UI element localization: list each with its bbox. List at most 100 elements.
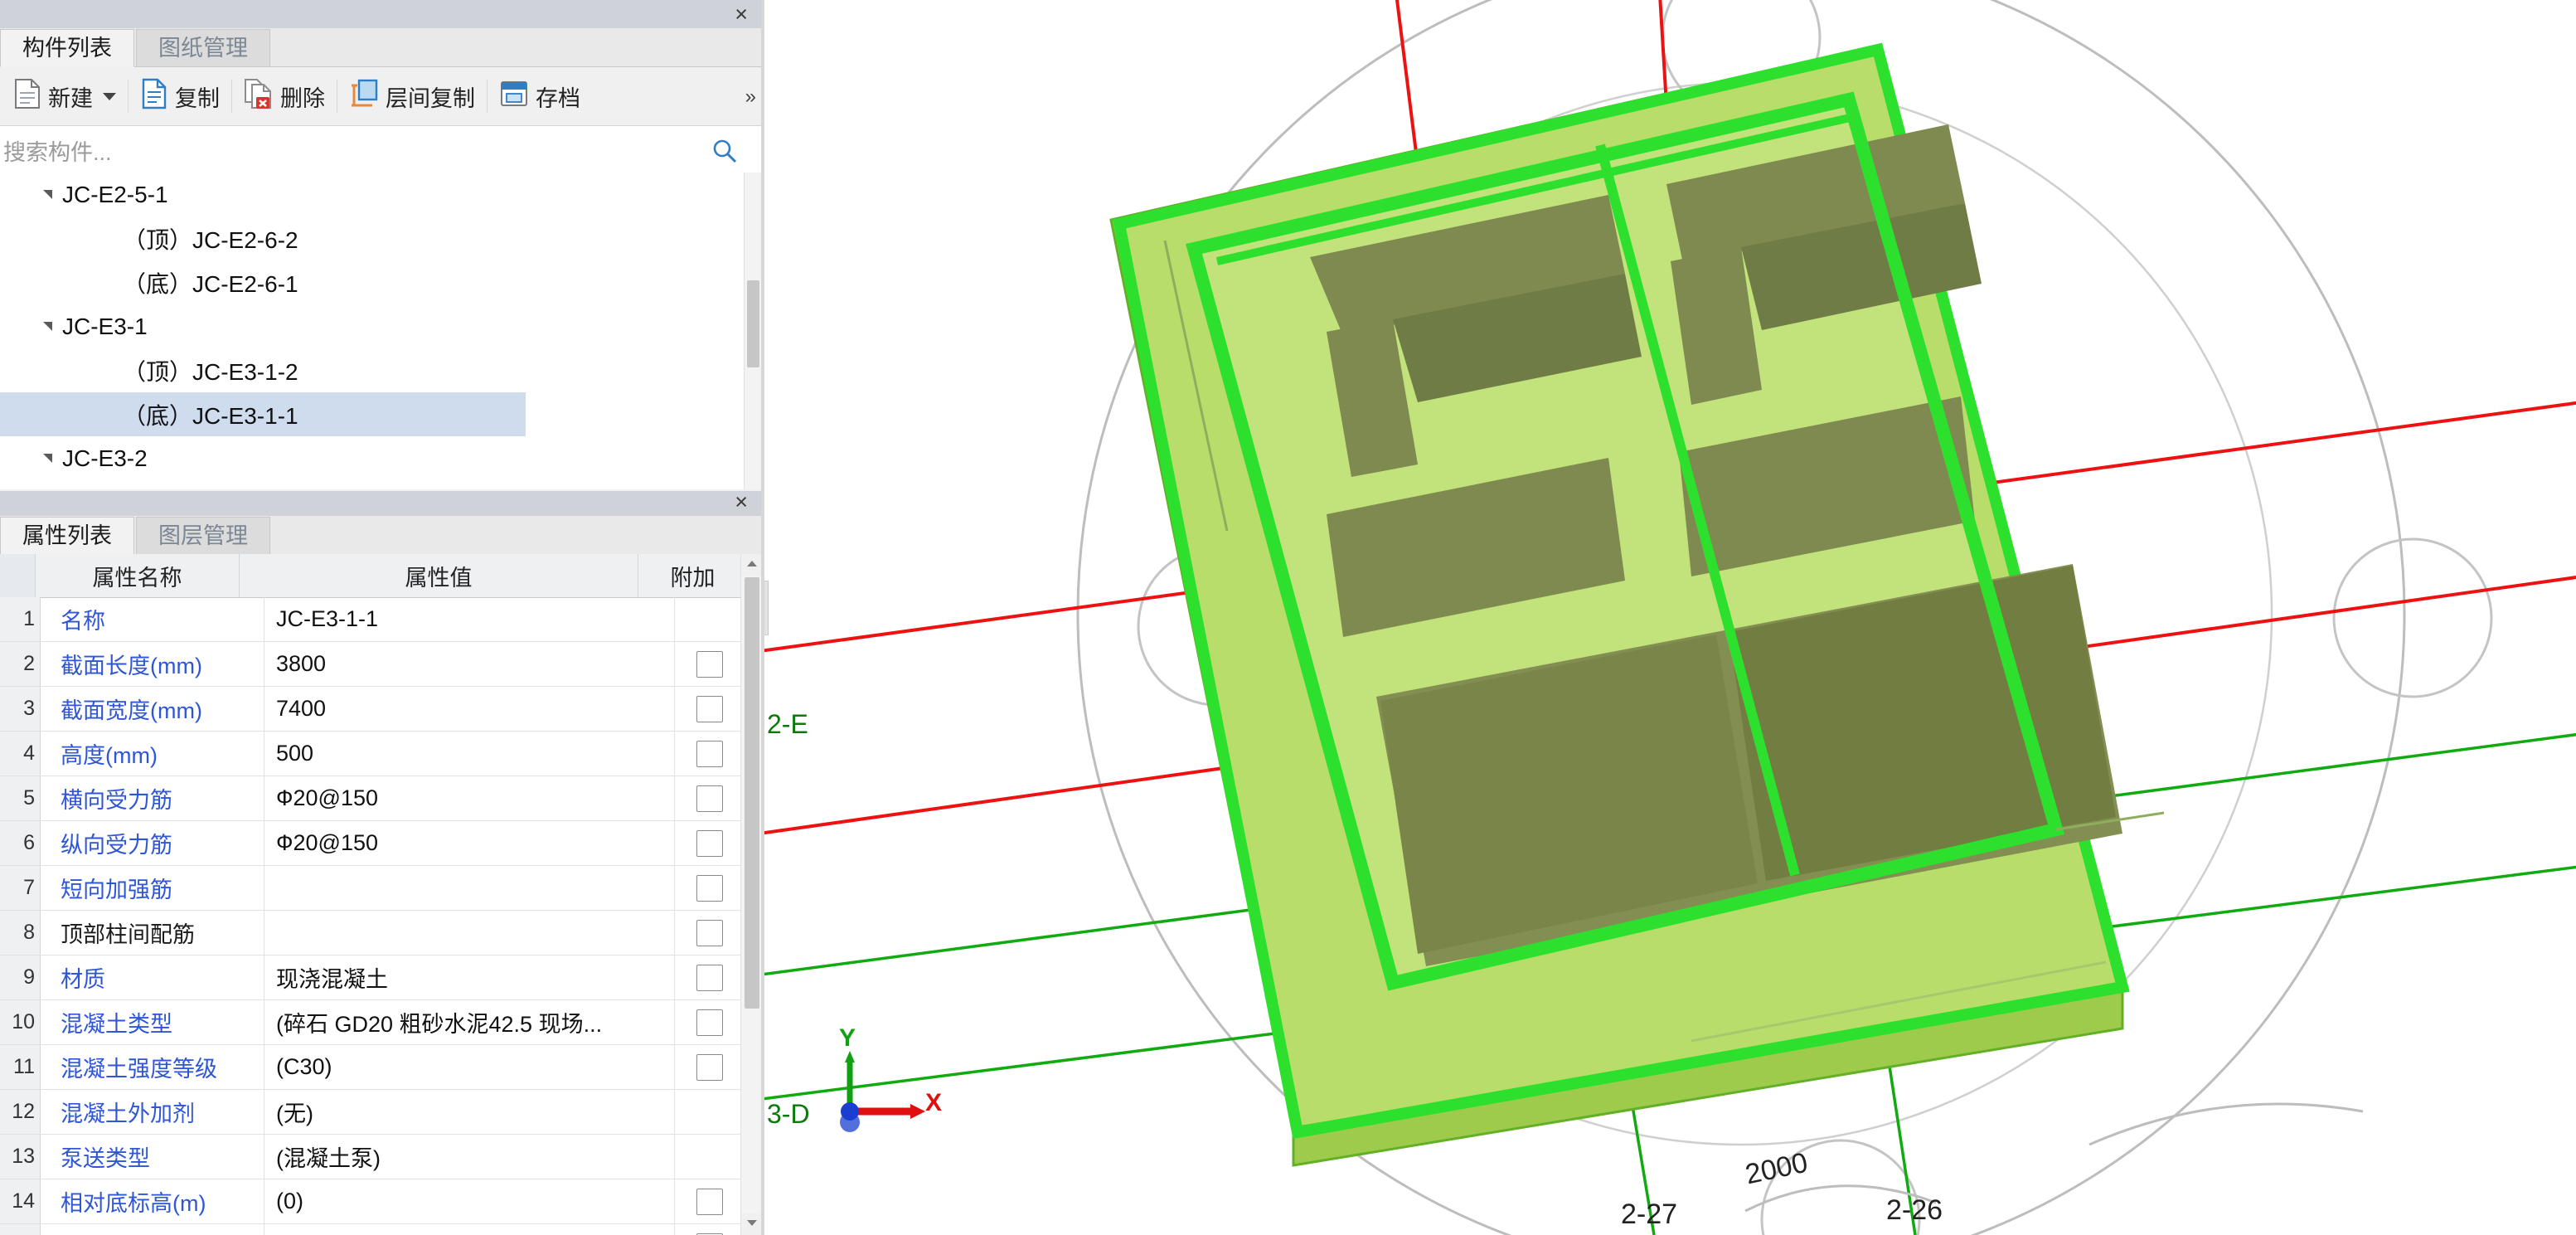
row-attachment-cell[interactable] — [675, 642, 745, 686]
property-grid[interactable]: 属性名称 属性值 附加 1 名称 JC-E3-1-1 2 截面长度(mm) 38… — [0, 554, 763, 1235]
row-property-value[interactable]: 3800 — [264, 642, 675, 686]
close-icon[interactable]: × — [735, 489, 748, 514]
tree-item-jc-e3-2[interactable]: JC-E3-2 — [0, 436, 763, 480]
expand-arrow-icon[interactable] — [43, 190, 52, 199]
attachment-checkbox[interactable] — [696, 740, 723, 767]
layer-copy-button-label: 层间复制 — [386, 85, 475, 111]
search-icon[interactable] — [711, 138, 738, 168]
search-placeholder: 搜索构件... — [3, 139, 112, 165]
axis-label-2-E[interactable]: 2-E — [767, 709, 808, 740]
row-attachment-cell[interactable] — [675, 776, 745, 820]
row-property-value[interactable]: 500 — [264, 732, 675, 776]
tree-item-jc-e2-6-2[interactable]: （顶）JC-E2-6-2 — [0, 216, 763, 260]
table-row[interactable]: 6 纵向受力筋 Ф20@150 — [0, 821, 745, 866]
row-property-value[interactable]: JC-E3-1-1 — [264, 597, 675, 641]
scroll-down-button[interactable] — [741, 1213, 763, 1235]
chevron-down-icon[interactable] — [103, 92, 116, 100]
row-attachment-cell[interactable] — [675, 732, 745, 776]
table-row[interactable]: 15 截面面积(m²) 28.12 — [0, 1224, 745, 1235]
row-attachment-cell[interactable] — [675, 955, 745, 999]
row-attachment-cell[interactable] — [675, 1045, 745, 1089]
row-property-value[interactable]: (C30) — [264, 1045, 675, 1089]
table-row[interactable]: 5 横向受力筋 Ф20@150 — [0, 776, 745, 821]
table-row[interactable]: 8 顶部柱间配筋 — [0, 911, 745, 955]
attachment-checkbox[interactable] — [696, 829, 723, 857]
row-attachment-cell[interactable] — [675, 866, 745, 910]
table-row[interactable]: 13 泵送类型 (混凝土泵) — [0, 1135, 745, 1179]
tree-item-jc-e2-5-1[interactable]: JC-E2-5-1 — [0, 173, 763, 216]
axis-label-3-D[interactable]: 3-D — [767, 1099, 810, 1130]
component-tree[interactable]: JC-E2-5-1 （顶）JC-E2-6-2 （底）JC-E2-6-1 JC-E… — [0, 173, 763, 489]
tab-drawing-management[interactable]: 图纸管理 — [136, 29, 270, 66]
row-property-value[interactable]: (碎石 GD20 粗砂水泥42.5 现场... — [264, 1000, 675, 1044]
row-property-value[interactable]: 28.12 — [264, 1224, 675, 1235]
attachment-checkbox[interactable] — [696, 695, 723, 722]
row-attachment-cell[interactable] — [675, 1000, 745, 1044]
row-attachment-cell[interactable] — [675, 821, 745, 865]
table-row[interactable]: 2 截面长度(mm) 3800 — [0, 642, 745, 687]
row-attachment-cell[interactable] — [675, 687, 745, 731]
attachment-checkbox[interactable] — [696, 919, 723, 946]
3d-model-canvas[interactable] — [763, 0, 2576, 1235]
scroll-up-button[interactable] — [741, 554, 763, 576]
attachment-checkbox[interactable] — [696, 1009, 723, 1036]
property-grid-scrollbar-track[interactable] — [740, 554, 763, 1235]
close-icon[interactable]: × — [735, 2, 748, 27]
row-attachment-cell[interactable] — [675, 1179, 745, 1223]
copy-button[interactable]: 复制 — [132, 74, 228, 119]
table-row[interactable]: 10 混凝土类型 (碎石 GD20 粗砂水泥42.5 现场... — [0, 1000, 745, 1045]
expand-arrow-icon[interactable] — [43, 454, 52, 463]
toolbar-overflow-icon[interactable]: » — [745, 85, 756, 109]
component-tree-scrollbar-thumb[interactable] — [747, 280, 759, 367]
row-property-value[interactable]: (0) — [264, 1179, 675, 1223]
table-row[interactable]: 1 名称 JC-E3-1-1 — [0, 597, 745, 642]
attachment-checkbox[interactable] — [696, 650, 723, 678]
attachment-checkbox[interactable] — [696, 1188, 723, 1215]
vertical-splitter[interactable] — [761, 0, 764, 1235]
archive-button[interactable]: 存档 — [491, 74, 589, 119]
tree-item-jc-e3-1-2[interactable]: （顶）JC-E3-1-2 — [0, 348, 763, 392]
table-row[interactable]: 14 相对底标高(m) (0) — [0, 1179, 745, 1224]
3d-viewport[interactable]: Y X 2-E 3-D 2-27 2-26 2000 — [763, 0, 2576, 1235]
row-property-value[interactable]: (混凝土泵) — [264, 1135, 675, 1179]
tree-item-label: （顶）JC-E2-6-2 — [123, 226, 298, 253]
property-grid-scrollbar-thumb[interactable] — [745, 577, 759, 1009]
attachment-checkbox[interactable] — [696, 785, 723, 812]
row-property-name: 截面长度(mm) — [41, 642, 264, 686]
row-property-value[interactable]: Ф20@150 — [264, 821, 675, 865]
component-tree-scrollbar-track[interactable] — [744, 173, 763, 489]
axis-label-2-26[interactable]: 2-26 — [1886, 1194, 1943, 1227]
attachment-checkbox[interactable] — [696, 874, 723, 902]
table-row[interactable]: 7 短向加强筋 — [0, 866, 745, 911]
expand-arrow-icon[interactable] — [43, 322, 52, 331]
row-property-value[interactable]: 现浇混凝土 — [264, 955, 675, 999]
table-row[interactable]: 3 截面宽度(mm) 7400 — [0, 687, 745, 732]
attachment-checkbox[interactable] — [696, 964, 723, 991]
archive-button-label: 存档 — [536, 85, 580, 111]
row-attachment-cell[interactable] — [675, 911, 745, 955]
table-row[interactable]: 11 混凝土强度等级 (C30) — [0, 1045, 745, 1090]
row-property-value[interactable]: (无) — [264, 1090, 675, 1134]
tab-layer-management[interactable]: 图层管理 — [136, 517, 270, 554]
axis-label-2-27[interactable]: 2-27 — [1621, 1199, 1677, 1231]
property-grid-body[interactable]: 1 名称 JC-E3-1-1 2 截面长度(mm) 3800 3 截面宽度(mm… — [0, 597, 745, 1235]
layer-copy-button[interactable]: 层间复制 — [341, 74, 483, 119]
tree-item-jc-e3-1-1[interactable]: （底）JC-E3-1-1 — [0, 392, 526, 436]
attachment-checkbox[interactable] — [696, 1053, 723, 1081]
tab-component-list[interactable]: 构件列表 — [0, 29, 134, 67]
new-button[interactable]: 新建 — [5, 74, 124, 119]
search-component-input[interactable]: 搜索构件... — [0, 126, 763, 175]
tab-property-list[interactable]: 属性列表 — [0, 517, 134, 555]
row-property-value[interactable] — [264, 866, 675, 910]
tree-item-jc-e3-1[interactable]: JC-E3-1 — [0, 304, 763, 348]
table-row[interactable]: 12 混凝土外加剂 (无) — [0, 1090, 745, 1135]
table-row[interactable]: 4 高度(mm) 500 — [0, 732, 745, 776]
row-property-value[interactable]: 7400 — [264, 687, 675, 731]
delete-button[interactable]: 删除 — [235, 74, 333, 119]
tree-item-jc-e2-6-1[interactable]: （底）JC-E2-6-1 — [0, 260, 763, 304]
row-attachment-cell[interactable] — [675, 1224, 745, 1235]
row-property-value[interactable] — [264, 911, 675, 955]
table-row[interactable]: 9 材质 现浇混凝土 — [0, 955, 745, 1000]
row-property-value[interactable]: Ф20@150 — [264, 776, 675, 820]
axis-gizmo[interactable]: Y X — [821, 1024, 962, 1140]
